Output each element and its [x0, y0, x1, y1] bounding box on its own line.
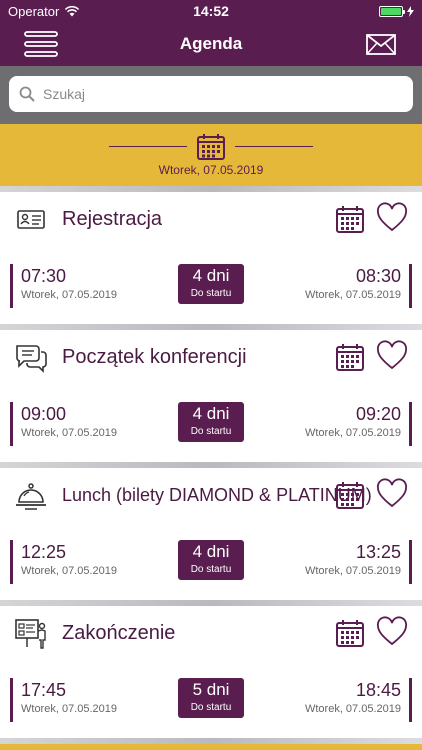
countdown-value: 4 dni — [192, 404, 230, 423]
countdown-label: Do startu — [190, 564, 232, 575]
start-time: 12:25 — [21, 542, 67, 562]
end-time-block: 13:25 Wtorek, 07.05.2019 — [305, 540, 412, 584]
event-title: Początek konferencji — [62, 346, 247, 368]
presentation-icon — [15, 619, 46, 649]
date-header-row — [109, 133, 313, 160]
event-card[interactable]: Lunch (bilety DIAMOND & PLATINUM) 12:25 … — [0, 468, 422, 600]
countdown-value: 4 dni — [192, 266, 230, 285]
event-time-row: 17:45 Wtorek, 07.05.2019 5 dni Do startu… — [0, 678, 422, 722]
carrier-label: Operator — [8, 3, 60, 19]
hamburger-icon[interactable] — [24, 30, 58, 58]
search-area — [0, 66, 422, 124]
divider — [109, 146, 187, 147]
event-card[interactable]: Początek konferencji 09:00 Wtorek, 07.05… — [0, 330, 422, 462]
event-time-row: 12:25 Wtorek, 07.05.2019 4 dni Do startu… — [0, 540, 422, 584]
favorite-heart-icon[interactable] — [376, 340, 408, 372]
event-card[interactable]: Rejestracja 07:30 Wtorek, 07.05.2019 4 d… — [0, 192, 422, 324]
start-date: Wtorek, 07.05.2019 — [21, 289, 118, 301]
start-time: 07:30 — [21, 266, 67, 286]
end-date: Wtorek, 07.05.2019 — [304, 427, 401, 439]
end-time: 09:20 — [355, 404, 401, 424]
start-date: Wtorek, 07.05.2019 — [21, 703, 118, 715]
status-right — [379, 5, 414, 17]
wifi-icon — [65, 5, 80, 17]
nav-bar: Agenda — [0, 22, 422, 66]
status-bar: Operator 14:52 — [0, 0, 422, 22]
calendar-icon — [197, 133, 225, 160]
add-to-calendar-icon[interactable] — [336, 481, 364, 509]
food-cloche-icon — [16, 483, 46, 510]
countdown-badge: 5 dni Do startu — [178, 678, 244, 718]
start-time-block: 07:30 Wtorek, 07.05.2019 — [10, 264, 117, 308]
event-time-row: 09:00 Wtorek, 07.05.2019 4 dni Do startu… — [0, 402, 422, 446]
page-title: Agenda — [179, 34, 243, 53]
countdown-label: Do startu — [190, 288, 232, 299]
date-header: Wtorek, 07.05.2019 — [0, 124, 422, 186]
search-icon — [19, 86, 35, 102]
start-time-block: 12:25 Wtorek, 07.05.2019 — [10, 540, 117, 584]
event-card[interactable]: Zakończenie 17:45 Wtorek, 07.05.2019 5 d… — [0, 606, 422, 738]
countdown-badge: 4 dni Do startu — [178, 402, 244, 442]
chat-bubbles-icon — [16, 345, 47, 373]
id-card-icon — [17, 210, 45, 229]
start-time: 09:00 — [21, 404, 67, 424]
charging-bolt-icon — [407, 5, 414, 17]
event-title: Lunch (bilety DIAMOND & PLATINUM) — [62, 485, 372, 505]
add-to-calendar-icon[interactable] — [336, 343, 364, 371]
end-date: Wtorek, 07.05.2019 — [304, 289, 401, 301]
countdown-label: Do startu — [190, 702, 232, 713]
next-date-band — [0, 744, 422, 750]
countdown-value: 4 dni — [192, 542, 230, 561]
start-time-block: 17:45 Wtorek, 07.05.2019 — [10, 678, 117, 722]
countdown-badge: 4 dni Do startu — [178, 540, 244, 580]
add-to-calendar-icon[interactable] — [336, 619, 364, 647]
battery-icon — [379, 5, 405, 17]
add-to-calendar-icon[interactable] — [336, 205, 364, 233]
end-time-block: 18:45 Wtorek, 07.05.2019 — [305, 678, 412, 722]
end-time-block: 09:20 Wtorek, 07.05.2019 — [305, 402, 412, 446]
status-left: Operator — [8, 4, 80, 19]
end-time: 13:25 — [355, 542, 401, 562]
event-time-row: 07:30 Wtorek, 07.05.2019 4 dni Do startu… — [0, 264, 422, 308]
countdown-value: 5 dni — [192, 680, 230, 699]
end-time-block: 08:30 Wtorek, 07.05.2019 — [305, 264, 412, 308]
favorite-heart-icon[interactable] — [376, 616, 408, 648]
end-date: Wtorek, 07.05.2019 — [304, 565, 401, 577]
search-input[interactable] — [43, 86, 383, 102]
end-time: 08:30 — [355, 266, 401, 286]
start-time-block: 09:00 Wtorek, 07.05.2019 — [10, 402, 117, 446]
envelope-icon[interactable] — [366, 30, 396, 58]
favorite-heart-icon[interactable] — [376, 478, 408, 510]
event-title: Zakończenie — [62, 622, 176, 644]
search-box[interactable] — [9, 76, 413, 112]
start-time: 17:45 — [21, 680, 67, 700]
divider — [235, 146, 313, 147]
event-title: Rejestracja — [62, 208, 163, 230]
date-header-label: Wtorek, 07.05.2019 — [158, 162, 264, 177]
countdown-label: Do startu — [190, 426, 232, 437]
countdown-badge: 4 dni Do startu — [178, 264, 244, 304]
end-date: Wtorek, 07.05.2019 — [304, 703, 401, 715]
favorite-heart-icon[interactable] — [376, 202, 408, 234]
start-date: Wtorek, 07.05.2019 — [21, 427, 118, 439]
end-time: 18:45 — [355, 680, 401, 700]
start-date: Wtorek, 07.05.2019 — [21, 565, 118, 577]
